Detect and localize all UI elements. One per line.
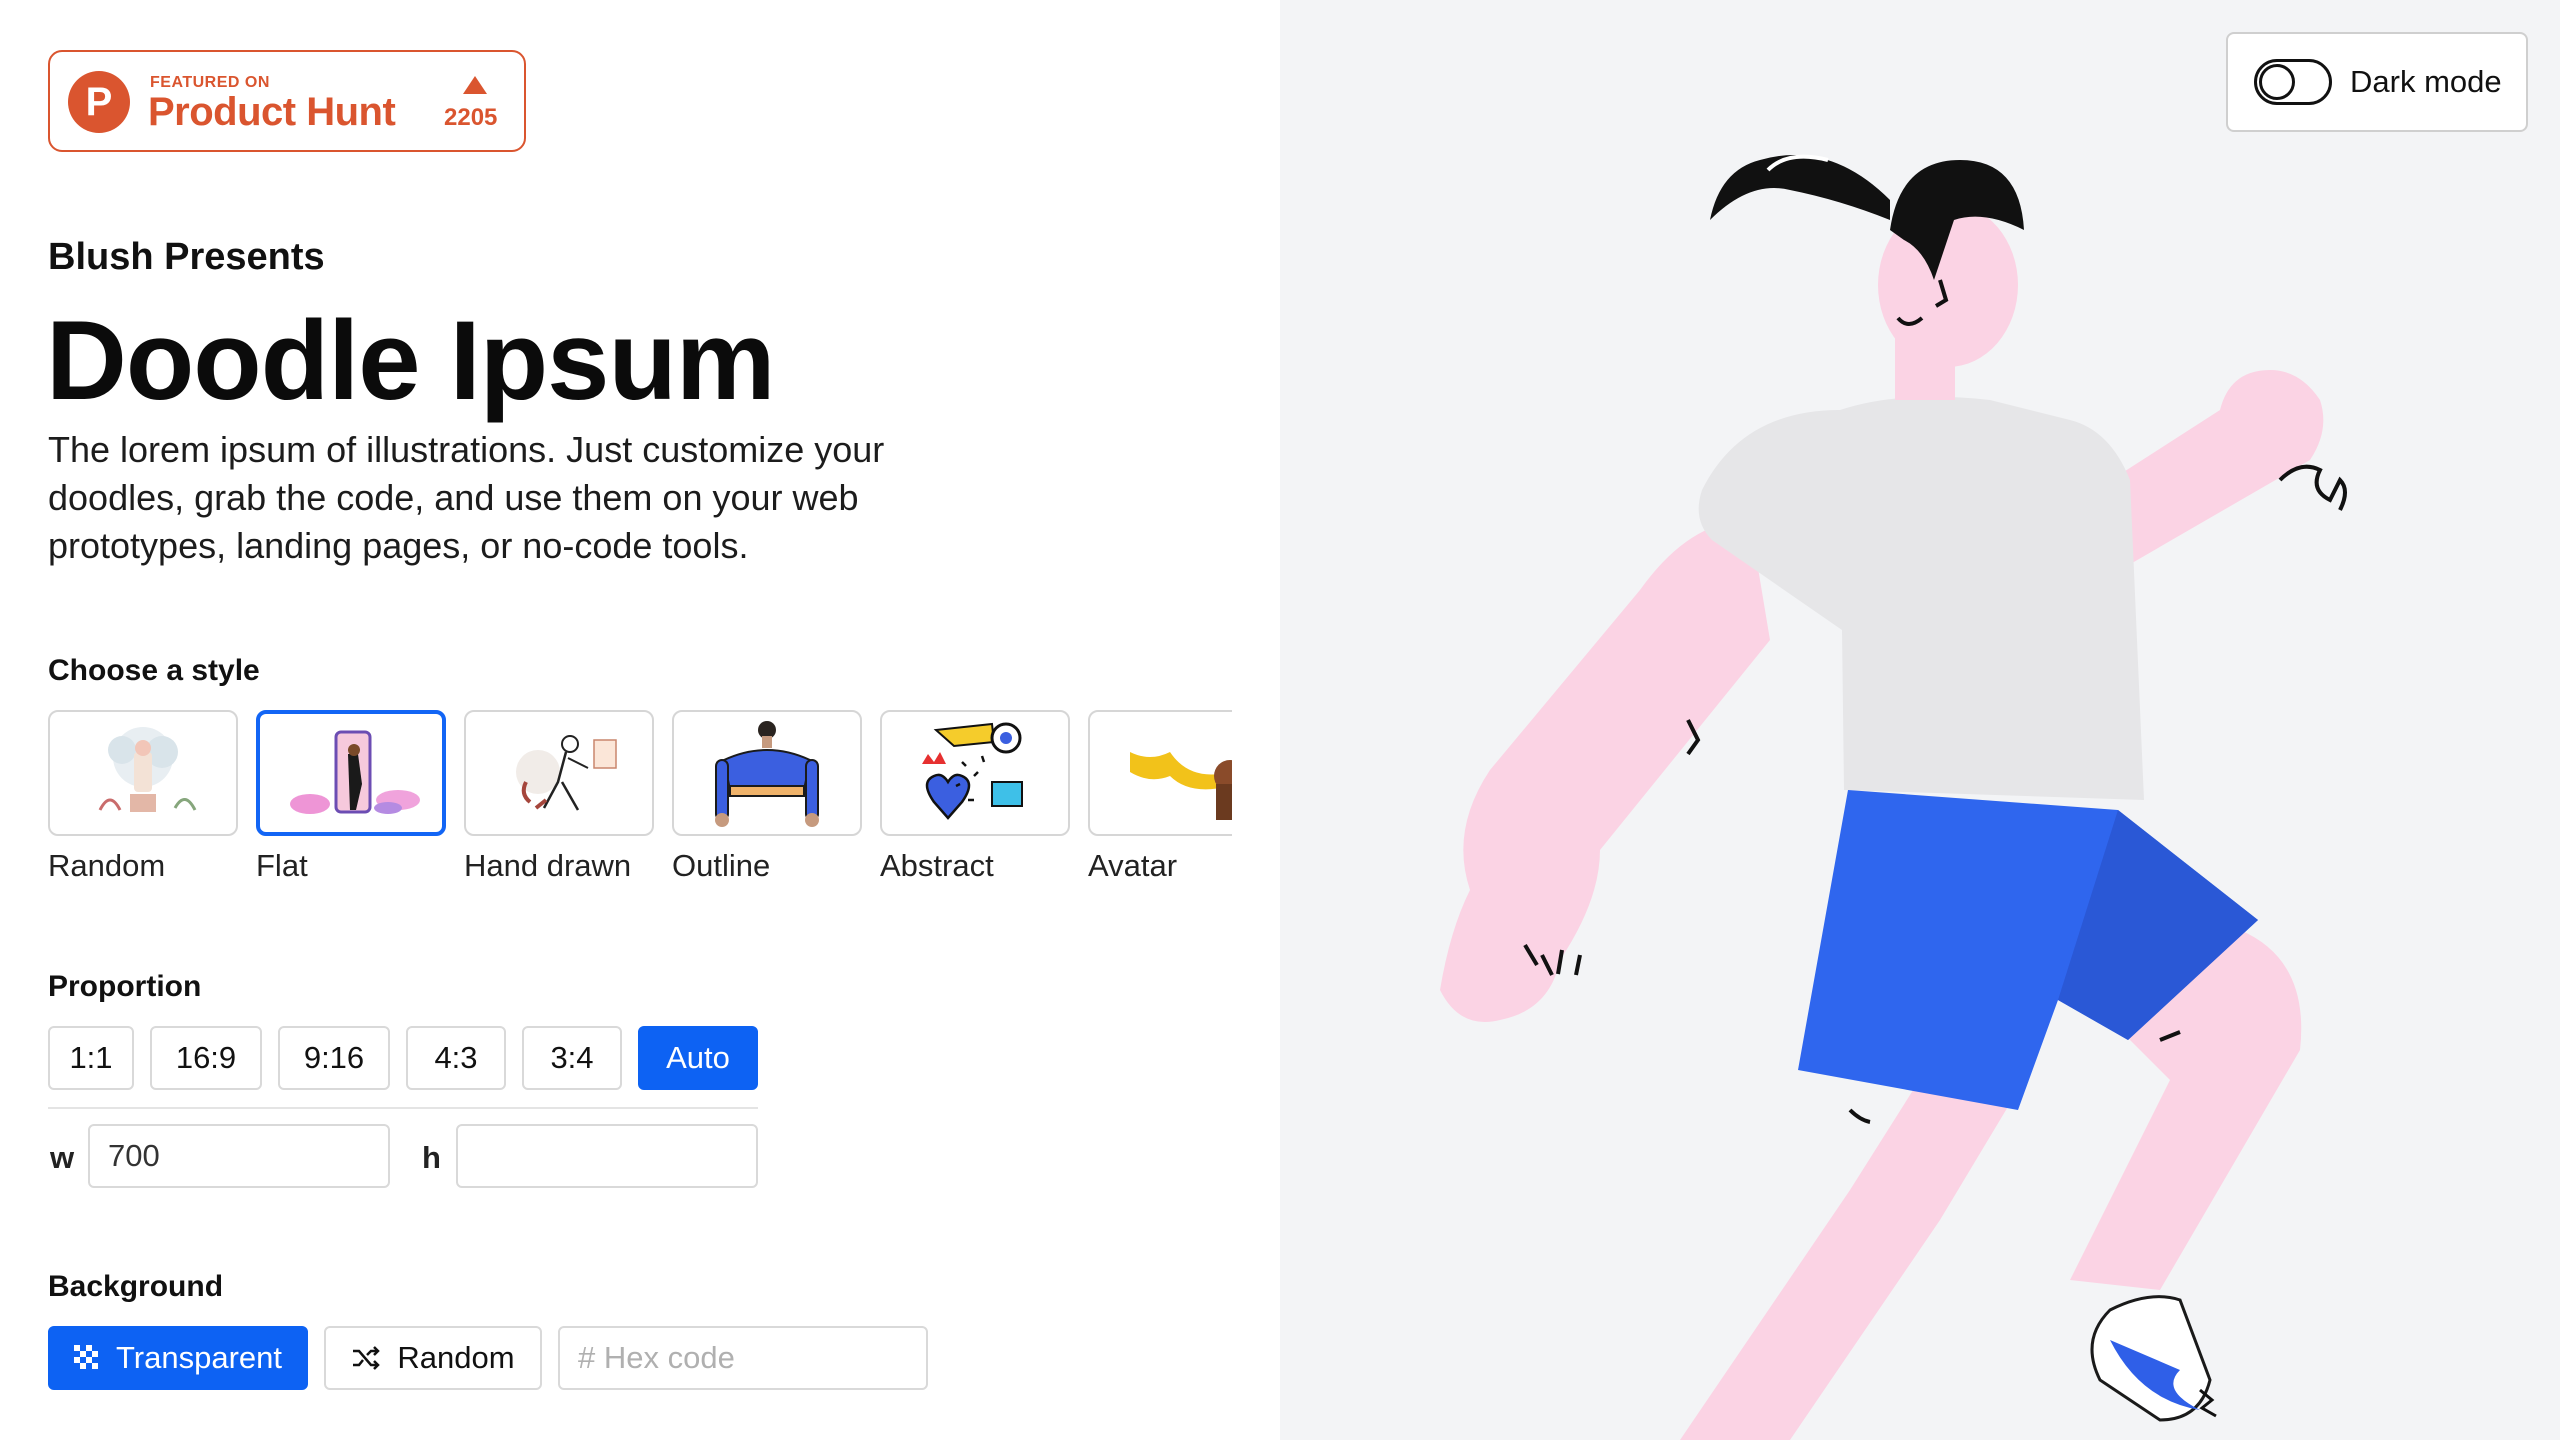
page-title: Doodle Ipsum xyxy=(46,298,775,423)
proportion-divider xyxy=(48,1107,758,1109)
product-hunt-name: Product Hunt xyxy=(148,90,396,134)
switch-knob xyxy=(2259,64,2295,100)
transparent-button[interactable]: Transparent xyxy=(48,1326,308,1390)
doodle-illustration xyxy=(1440,154,2347,1440)
width-label: w xyxy=(50,1140,75,1175)
style-option-avatar[interactable]: Avatar xyxy=(1088,710,1232,884)
style-thumbnail-flat xyxy=(256,710,446,836)
proportion-auto-button[interactable]: Auto xyxy=(638,1026,758,1090)
style-thumbnail-avatar xyxy=(1088,710,1232,836)
style-thumbnail-outline xyxy=(672,710,862,836)
style-option-hand-drawn[interactable]: Hand drawn xyxy=(464,710,654,884)
product-hunt-badge[interactable]: P FEATURED ON Product Hunt 2205 xyxy=(48,50,526,152)
style-thumbnail-random xyxy=(48,710,238,836)
style-thumbnail-hand-drawn xyxy=(464,710,654,836)
style-label-random: Random xyxy=(48,848,166,883)
illustration-preview: Dark mode xyxy=(1280,0,2560,1440)
proportion-9-16-button[interactable]: 9:16 xyxy=(278,1026,390,1090)
presents-label: Blush Presents xyxy=(48,236,325,278)
hex-code-input[interactable]: # Hex code xyxy=(558,1326,928,1390)
random-button-label: Random xyxy=(397,1340,515,1375)
style-option-outline[interactable]: Outline xyxy=(672,710,862,884)
height-label: h xyxy=(422,1140,441,1175)
product-hunt-logo: P xyxy=(68,71,130,133)
background-label: Background xyxy=(48,1270,224,1303)
style-option-flat[interactable]: Flat xyxy=(256,710,446,884)
proportion-1-1-button[interactable]: 1:1 xyxy=(48,1026,134,1090)
style-option-abstract[interactable]: Abstract xyxy=(880,710,1070,884)
style-label-hand-drawn: Hand drawn xyxy=(464,848,632,883)
style-option-random[interactable]: Random xyxy=(48,710,238,884)
width-input[interactable]: 700 xyxy=(88,1124,390,1188)
height-input[interactable] xyxy=(456,1124,758,1188)
dark-mode-switch[interactable] xyxy=(2254,59,2332,105)
transparent-button-label: Transparent xyxy=(116,1340,282,1375)
page-description: The lorem ipsum of illustrations. Just c… xyxy=(48,429,885,566)
style-thumbnail-abstract xyxy=(880,710,1070,836)
dark-mode-toggle[interactable]: Dark mode xyxy=(2226,32,2528,132)
proportion-16-9-button[interactable]: 16:9 xyxy=(150,1026,262,1090)
proportion-3-4-button[interactable]: 3:4 xyxy=(522,1026,622,1090)
upvote-count: 2205 xyxy=(444,104,498,131)
style-label-outline: Outline xyxy=(672,848,771,883)
choose-style-label: Choose a style xyxy=(48,654,260,687)
style-label-avatar: Avatar xyxy=(1088,848,1178,883)
style-label-abstract: Abstract xyxy=(880,848,994,883)
style-label-flat: Flat xyxy=(256,848,308,883)
proportion-label: Proportion xyxy=(48,970,202,1003)
random-background-button[interactable]: Random xyxy=(324,1326,542,1390)
checkerboard-icon xyxy=(74,1345,98,1369)
control-panel: P FEATURED ON Product Hunt 2205 Blush Pr… xyxy=(0,0,1280,1440)
proportion-4-3-button[interactable]: 4:3 xyxy=(406,1026,506,1090)
dark-mode-label: Dark mode xyxy=(2350,64,2502,99)
style-picker: Random Flat Hand drawn Outline Abstract … xyxy=(48,710,1232,900)
upvote-arrow-icon xyxy=(463,76,487,94)
shuffle-icon xyxy=(353,1346,381,1370)
